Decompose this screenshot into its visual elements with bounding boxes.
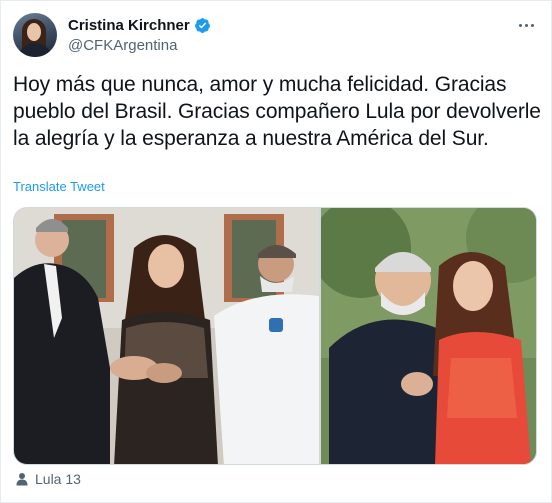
tweet-footer-label[interactable]: Lula 13 bbox=[15, 471, 81, 487]
tweet-card: Cristina Kirchner @CFKArgentina Hoy más … bbox=[0, 0, 552, 503]
tweet-media[interactable] bbox=[13, 207, 537, 465]
more-options-icon bbox=[518, 23, 522, 27]
translate-tweet-link[interactable]: Translate Tweet bbox=[13, 179, 105, 194]
author-block: Cristina Kirchner @CFKArgentina bbox=[68, 15, 211, 54]
tweet-text: Hoy más que nunca, amor y mucha felicida… bbox=[13, 73, 541, 150]
media-photo-portrait[interactable] bbox=[321, 208, 536, 464]
more-options-button[interactable] bbox=[515, 15, 537, 35]
author-handle[interactable]: @CFKArgentina bbox=[68, 37, 211, 54]
avatar[interactable] bbox=[13, 13, 57, 57]
verified-badge-icon bbox=[194, 17, 211, 34]
media-photo-handshake[interactable] bbox=[14, 208, 319, 464]
footer-label-text: Lula 13 bbox=[35, 471, 81, 487]
person-icon bbox=[15, 472, 29, 486]
author-display-name[interactable]: Cristina Kirchner bbox=[68, 17, 190, 34]
